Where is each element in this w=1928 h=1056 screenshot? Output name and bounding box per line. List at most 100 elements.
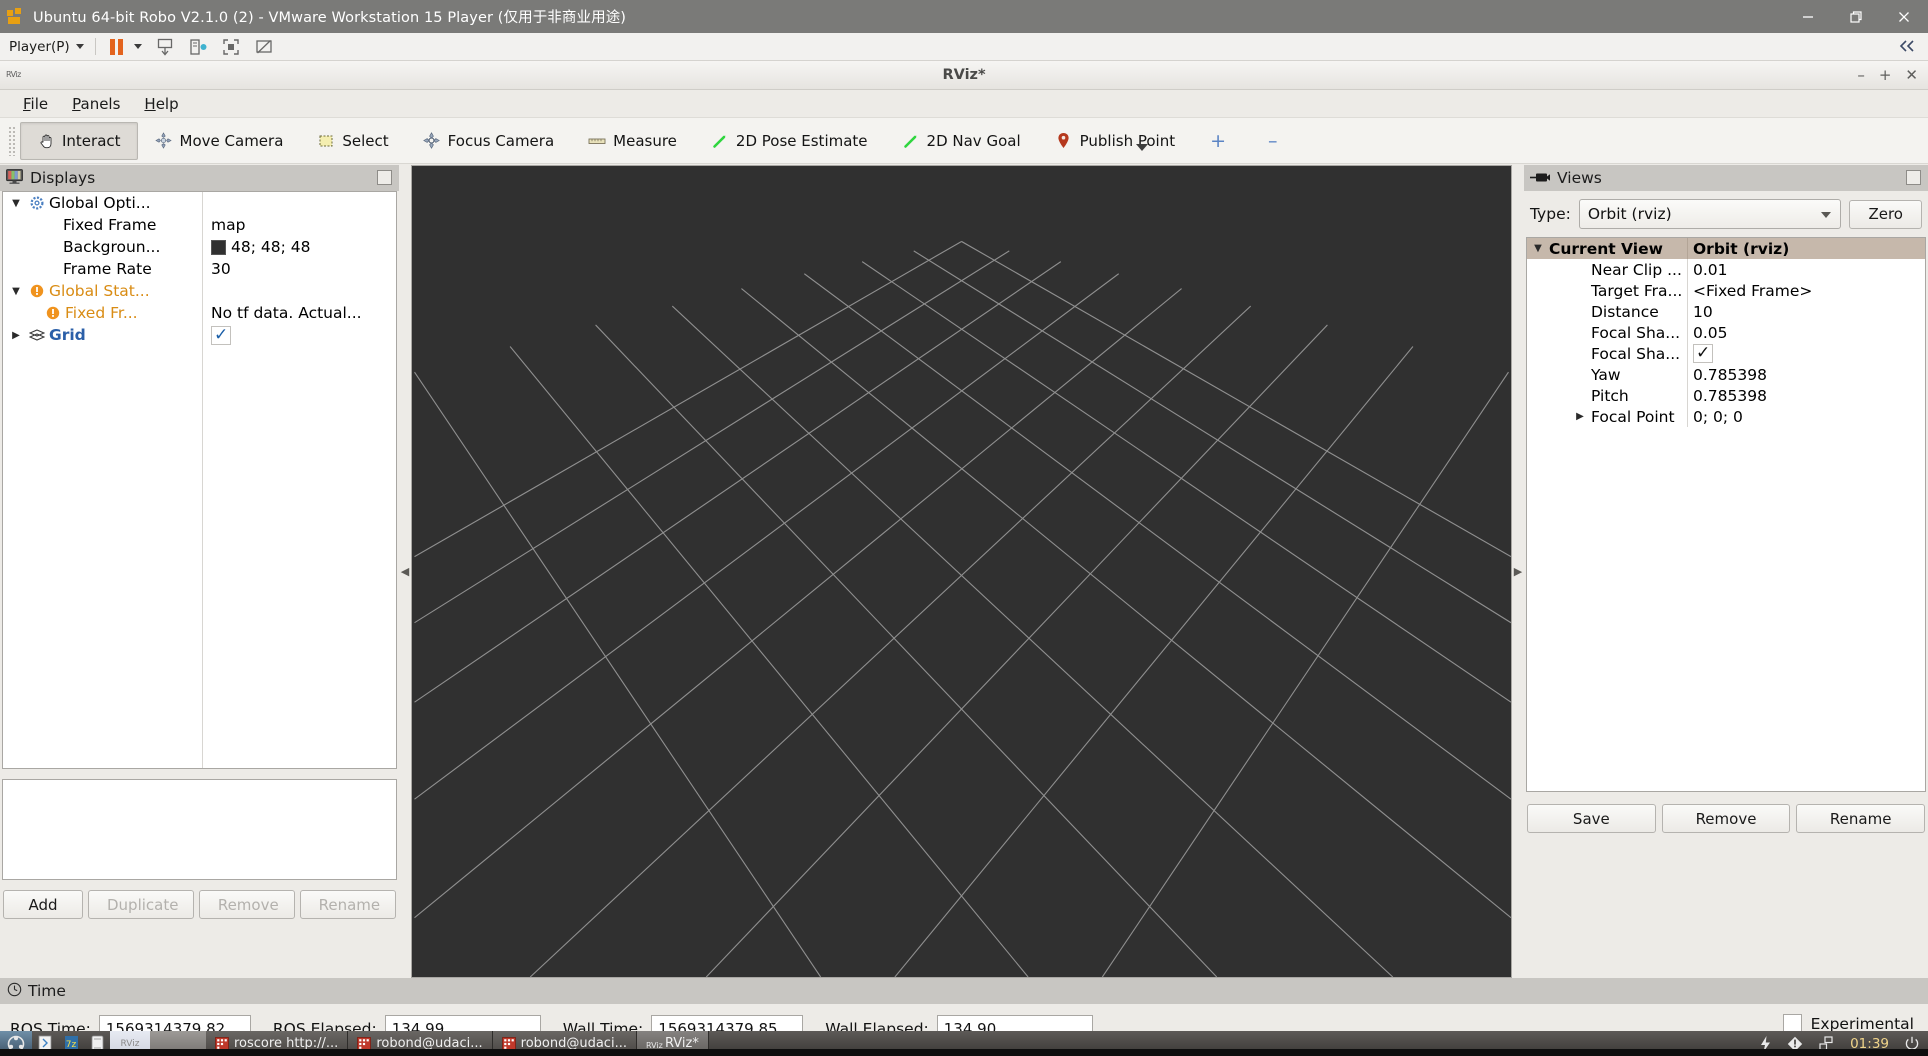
send-ctrl-alt-del-icon[interactable] [155, 37, 175, 57]
collapse-left-arrow-icon[interactable]: ◀ [401, 565, 409, 578]
displays-tree[interactable]: ▼ Global Opti... Fixed Frame map Backgro… [2, 191, 397, 769]
view-prop-value-target-frame[interactable]: <Fixed Frame> [1693, 282, 1812, 300]
rviz-menubar: File Panels Help [0, 90, 1928, 118]
table-row[interactable]: Distance 10 [1527, 301, 1925, 322]
add-tool-button[interactable]: + [1210, 130, 1226, 152]
rename-view-button[interactable]: Rename [1796, 804, 1926, 833]
rviz-main-body: Displays ▼ Global Opti... Fixed Frame ma… [0, 165, 1928, 978]
table-row[interactable]: ▼ Global Opti... [3, 192, 396, 214]
expand-arrow-right-icon[interactable]: ▶ [1569, 411, 1591, 422]
expand-arrow-down-icon[interactable]: ▼ [5, 198, 27, 209]
collapse-chevrons-icon[interactable] [1898, 39, 1918, 57]
view-prop-label-target-frame: Target Fra... [1591, 281, 1683, 300]
rviz-close-button[interactable]: ✕ [1905, 68, 1918, 83]
rviz-maximize-button[interactable]: + [1879, 68, 1892, 83]
unity-mode-icon[interactable] [254, 37, 274, 57]
table-row[interactable]: Yaw 0.785398 [1527, 364, 1925, 385]
table-row[interactable]: ▶ Focal Point 0; 0; 0 [1527, 406, 1925, 427]
view-prop-value-focal-shape-size[interactable]: 0.05 [1693, 324, 1728, 342]
tool-2d-nav-goal[interactable]: 2D Nav Goal [885, 122, 1038, 160]
menu-panels[interactable]: Panels [60, 92, 132, 116]
table-row[interactable]: Target Fra... <Fixed Frame> [1527, 280, 1925, 301]
tool-interact[interactable]: Interact [20, 121, 138, 160]
display-value-fixed-frame[interactable]: map [211, 216, 245, 234]
rename-display-button[interactable]: Rename [299, 890, 396, 919]
expand-arrow-down-icon[interactable]: ▼ [1527, 243, 1549, 254]
tool-measure[interactable]: Measure [571, 122, 694, 160]
vmware-player-menu[interactable]: Player(P) [9, 39, 84, 55]
vmware-restore-button[interactable] [1832, 0, 1880, 33]
zero-view-button[interactable]: Zero [1849, 199, 1922, 229]
usb-device-icon[interactable] [188, 37, 208, 57]
menu-help[interactable]: Help [132, 92, 190, 116]
vmware-close-button[interactable] [1880, 0, 1928, 33]
remove-display-button[interactable]: Remove [198, 890, 295, 919]
table-row[interactable]: ▶ Grid ✓ [3, 324, 396, 346]
duplicate-display-button[interactable]: Duplicate [88, 890, 194, 919]
tool-select-label: Select [342, 131, 389, 150]
displays-panel-titlebar: Displays [0, 165, 399, 191]
pause-dropdown-caret-icon[interactable] [133, 44, 142, 49]
table-row[interactable]: Backgroun... 48; 48; 48 [3, 236, 396, 258]
fullscreen-icon[interactable] [221, 37, 241, 57]
tool-publish-point[interactable]: Publish Point [1038, 122, 1192, 160]
collapse-right-arrow-icon[interactable]: ▶ [1514, 565, 1522, 578]
add-display-button[interactable]: Add [3, 890, 83, 919]
toolbar-drag-handle[interactable] [8, 125, 16, 156]
views-button-row: Save Remove Rename [1524, 792, 1928, 833]
table-row[interactable]: Pitch 0.785398 [1527, 385, 1925, 406]
current-view-header-row[interactable]: ▼ Current View Orbit (rviz) [1527, 238, 1925, 259]
tool-select[interactable]: Select [300, 122, 405, 160]
tool-measure-label: Measure [613, 131, 677, 150]
view-type-select[interactable]: Orbit (rviz) [1578, 199, 1842, 229]
remove-tool-button[interactable]: – [1268, 130, 1278, 152]
hand-cursor-icon [37, 132, 55, 150]
view-prop-value-distance[interactable]: 10 [1693, 303, 1713, 321]
save-view-button[interactable]: Save [1527, 804, 1656, 833]
vmware-titlebar: Ubuntu 64-bit Robo V2.1.0 (2) - VMware W… [0, 0, 1928, 33]
background-color-swatch[interactable] [211, 239, 226, 255]
warning-icon [43, 306, 63, 320]
vmware-toolbar: Player(P) [0, 33, 1928, 61]
view-prop-label-yaw: Yaw [1591, 365, 1621, 384]
view-prop-value-pitch[interactable]: 0.785398 [1693, 387, 1767, 405]
right-splitter-handle[interactable]: ▶ [1512, 165, 1524, 978]
menu-file[interactable]: File [11, 92, 60, 116]
tool-move-camera[interactable]: Move Camera [138, 122, 301, 160]
display-value-frame-rate[interactable]: 30 [211, 260, 231, 278]
tool-interact-label: Interact [62, 131, 121, 150]
menu-panels-label-rest: anels [80, 94, 121, 113]
vmware-minimize-button[interactable] [1784, 0, 1832, 33]
left-splitter-handle[interactable]: ◀ [399, 165, 411, 978]
table-row[interactable]: Focal Sha... 0.05 [1527, 322, 1925, 343]
table-row[interactable]: Fixed Frame map [3, 214, 396, 236]
table-row[interactable]: ▼ Global Stat... [3, 280, 396, 302]
toolbar-overflow-icon[interactable] [1136, 144, 1148, 151]
view-prop-value-yaw[interactable]: 0.785398 [1693, 366, 1767, 384]
view-prop-value-focal-point[interactable]: 0; 0; 0 [1693, 408, 1743, 426]
vmware-window-title: Ubuntu 64-bit Robo V2.1.0 (2) - VMware W… [33, 10, 627, 26]
expand-arrow-right-icon[interactable]: ▶ [5, 330, 27, 341]
tool-2d-pose-estimate[interactable]: 2D Pose Estimate [694, 122, 885, 160]
views-float-button[interactable] [1906, 170, 1921, 185]
view-prop-label-focal-point: Focal Point [1591, 407, 1675, 426]
displays-panel-title: Displays [30, 169, 96, 187]
display-value-background-color[interactable]: 48; 48; 48 [231, 238, 310, 256]
view-prop-value-near-clip[interactable]: 0.01 [1693, 261, 1728, 279]
remove-view-button[interactable]: Remove [1661, 804, 1791, 833]
move-camera-icon [155, 132, 173, 150]
expand-arrow-down-icon[interactable]: ▼ [5, 286, 27, 297]
rviz-minimize-button[interactable]: – [1857, 68, 1865, 83]
grid-enabled-checkbox[interactable]: ✓ [211, 325, 232, 345]
tool-focus-camera[interactable]: Focus Camera [406, 122, 571, 160]
table-row[interactable]: Fixed Fr... No tf data. Actual... [3, 302, 396, 324]
vmware-player-menu-label: Player(P) [9, 38, 70, 55]
table-row[interactable]: Near Clip ... 0.01 [1527, 259, 1925, 280]
table-row[interactable]: Frame Rate 30 [3, 258, 396, 280]
focal-shape-fixed-checkbox[interactable]: ✓ [1693, 344, 1714, 363]
views-tree[interactable]: ▼ Current View Orbit (rviz) Near Clip ..… [1526, 237, 1926, 792]
pause-icon[interactable] [109, 38, 123, 55]
displays-float-button[interactable] [377, 170, 392, 185]
table-row[interactable]: Focal Sha... ✓ [1527, 343, 1925, 364]
render-view-3d[interactable] [411, 165, 1512, 978]
